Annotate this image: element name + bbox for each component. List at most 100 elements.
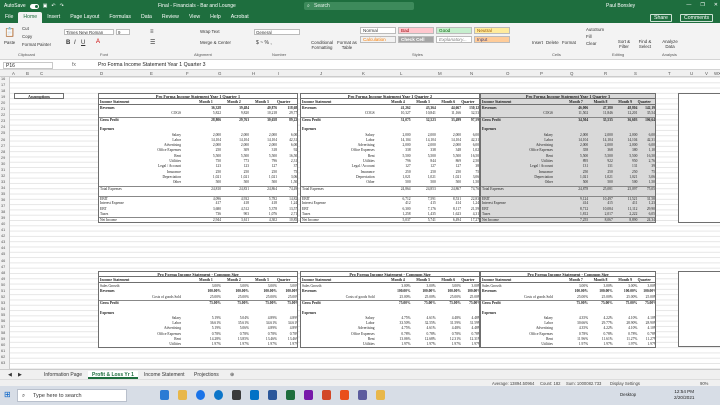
header-cell[interactable]: Income Statement bbox=[482, 100, 511, 104]
underline-button[interactable]: U bbox=[81, 40, 85, 46]
row-header[interactable]: 51 bbox=[1, 289, 5, 293]
row-header[interactable]: 23 bbox=[1, 119, 5, 123]
column-header[interactable]: T bbox=[668, 71, 671, 76]
sheet-nav-next-icon[interactable]: ▶ bbox=[14, 371, 26, 379]
format-as-table-button[interactable]: Format as Table bbox=[336, 40, 358, 50]
tab-acrobat[interactable]: Acrobat bbox=[226, 12, 254, 23]
taskbar-search[interactable]: ⌕ Type here to search bbox=[17, 389, 127, 402]
row-header[interactable]: 37 bbox=[1, 204, 5, 208]
acrobat-icon[interactable] bbox=[340, 390, 349, 400]
row-header[interactable]: 48 bbox=[1, 271, 5, 275]
income-statement-partial[interactable] bbox=[678, 93, 720, 223]
row-header[interactable]: 19 bbox=[1, 95, 5, 99]
row-header[interactable]: 39 bbox=[1, 216, 5, 220]
value-cell[interactable]: 7,255 bbox=[580, 218, 588, 221]
value-cell[interactable]: 17,272 bbox=[471, 218, 479, 221]
row-header[interactable]: 55 bbox=[1, 313, 5, 317]
style-neutral[interactable]: Neutral bbox=[474, 27, 510, 34]
header-cell[interactable]: Month 6 bbox=[441, 100, 455, 104]
outlook-icon[interactable] bbox=[250, 390, 259, 400]
row-header[interactable]: 21 bbox=[1, 107, 5, 111]
income-statement-c2[interactable]: Pro Forma Income Statement - Common Size… bbox=[300, 271, 480, 348]
row-header[interactable]: 57 bbox=[1, 325, 5, 329]
onenote-icon[interactable] bbox=[304, 390, 313, 400]
value-cell[interactable]: 6,494 bbox=[453, 218, 461, 221]
row-header[interactable]: 38 bbox=[1, 210, 5, 214]
row-header[interactable]: 49 bbox=[1, 277, 5, 281]
column-header[interactable]: V bbox=[705, 71, 708, 76]
row-header[interactable]: 16 bbox=[1, 77, 5, 81]
title-search[interactable]: ⌕ Search bbox=[304, 2, 414, 10]
tab-formulas[interactable]: Formulas bbox=[104, 12, 136, 23]
value-cell[interactable]: 8,890 bbox=[629, 218, 637, 221]
currency-icon[interactable]: $ ~ % , bbox=[256, 40, 272, 46]
row-header[interactable]: 20 bbox=[1, 101, 5, 105]
teams-icon[interactable] bbox=[358, 390, 367, 400]
tab-page-layout[interactable]: Page Layout bbox=[65, 12, 104, 23]
row-header[interactable]: 18 bbox=[1, 89, 5, 93]
row-header[interactable]: 59 bbox=[1, 337, 5, 341]
header-cell[interactable]: Quarter bbox=[461, 278, 474, 282]
row-header[interactable]: 53 bbox=[1, 301, 5, 305]
column-header[interactable]: L bbox=[400, 71, 402, 76]
format-cells-button[interactable]: Format bbox=[562, 40, 576, 45]
fill-button[interactable]: Fill bbox=[586, 34, 592, 39]
minimize-icon[interactable]: — bbox=[686, 2, 691, 8]
value-cell[interactable]: 1.97% bbox=[628, 342, 637, 346]
value-cell[interactable]: 1.97% bbox=[401, 342, 410, 346]
tab-insert[interactable]: Insert bbox=[42, 12, 65, 23]
value-cell[interactable]: 1.97% bbox=[452, 342, 461, 346]
income-statement-c3[interactable]: Pro Forma Income Statement - Common Size… bbox=[480, 271, 656, 348]
value-cell[interactable]: 2,944 bbox=[213, 218, 221, 221]
chrome-icon[interactable] bbox=[196, 390, 205, 400]
header-cell[interactable]: Month 4 bbox=[391, 100, 405, 104]
row-header[interactable]: 45 bbox=[1, 252, 5, 256]
clear-button[interactable]: Clear bbox=[586, 41, 597, 46]
paste-button[interactable]: Paste bbox=[4, 40, 15, 45]
task-view-icon[interactable] bbox=[160, 390, 169, 400]
value-cell[interactable]: 1.97% bbox=[212, 342, 221, 346]
cut-button[interactable]: Cut bbox=[22, 26, 29, 31]
formula-input[interactable]: Pro Forma Income Statement Year 1 Quarte… bbox=[98, 62, 206, 69]
header-cell[interactable]: Month 1 bbox=[199, 278, 213, 282]
header-cell[interactable]: Income Statement bbox=[100, 278, 129, 282]
value-cell[interactable]: 1.97% bbox=[290, 342, 297, 346]
word-icon[interactable] bbox=[268, 390, 277, 400]
row-header[interactable]: 54 bbox=[1, 307, 5, 311]
row-header[interactable]: 63 bbox=[1, 361, 5, 365]
add-sheet-icon[interactable]: ⊕ bbox=[226, 371, 238, 379]
row-header[interactable]: 62 bbox=[1, 355, 5, 359]
undo-icon[interactable]: ↶ bbox=[51, 3, 55, 9]
wrap-text-button[interactable]: Wrap Text bbox=[200, 29, 220, 34]
header-cell[interactable]: Income Statement bbox=[302, 100, 331, 104]
column-header[interactable]: C bbox=[40, 71, 43, 76]
header-cell[interactable]: Month 3 bbox=[255, 100, 269, 104]
value-cell[interactable]: 4,302 bbox=[269, 218, 277, 221]
row-label[interactable]: Utilities bbox=[169, 342, 181, 346]
insert-cells-button[interactable]: Insert bbox=[532, 40, 543, 45]
tab-home[interactable]: Home bbox=[18, 12, 43, 23]
income-statement-q2[interactable]: Pro Forma Income Statement Year 1 Quarte… bbox=[300, 93, 480, 223]
value-cell[interactable]: 1.97% bbox=[240, 342, 249, 346]
column-header[interactable]: U bbox=[690, 71, 693, 76]
row-header[interactable]: 32 bbox=[1, 174, 5, 178]
autosum-button[interactable]: AutoSum bbox=[586, 27, 604, 32]
close-icon[interactable]: ✕ bbox=[714, 2, 718, 8]
row-header[interactable]: 31 bbox=[1, 168, 5, 172]
analyze-data-button[interactable]: Analyze Data bbox=[660, 39, 680, 49]
style-good[interactable]: Good bbox=[436, 27, 472, 34]
system-clock[interactable]: 12:54 PM 2/20/2021 bbox=[674, 389, 694, 401]
income-statement-c1[interactable]: Pro Forma Income Statement - Common Size… bbox=[98, 271, 298, 348]
column-header[interactable]: J bbox=[320, 71, 322, 76]
align-left-icon[interactable]: ☰ bbox=[150, 39, 155, 46]
font-color-icon[interactable]: A bbox=[96, 39, 100, 45]
column-header[interactable]: H bbox=[252, 71, 255, 76]
find-select-button[interactable]: Find & Select bbox=[636, 39, 654, 49]
font-name-select[interactable]: Times New Roman bbox=[64, 29, 114, 35]
row-header[interactable]: 34 bbox=[1, 186, 5, 190]
row-header[interactable]: 52 bbox=[1, 295, 5, 299]
style-explanatory[interactable]: Explanatory... bbox=[436, 36, 472, 43]
tab-file[interactable]: File bbox=[0, 12, 18, 23]
save-icon[interactable]: ▣ bbox=[43, 3, 48, 9]
header-cell[interactable]: Quarter bbox=[638, 278, 651, 282]
